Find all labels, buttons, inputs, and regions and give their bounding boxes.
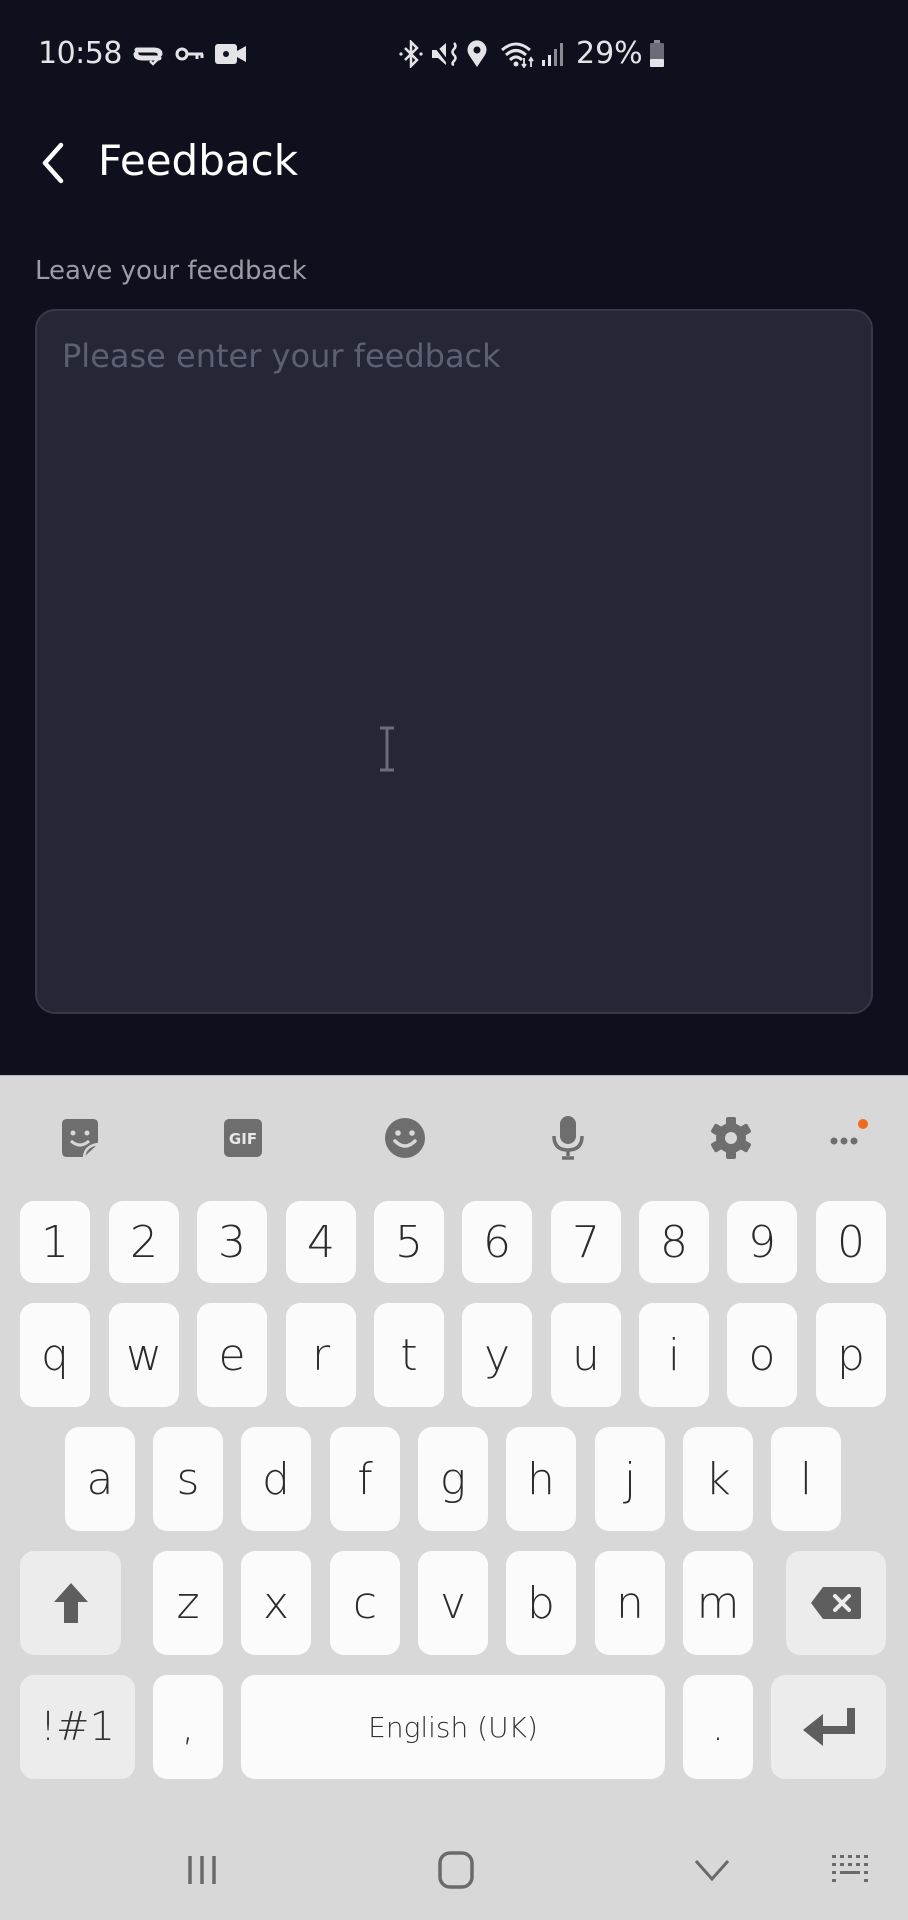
backspace-key[interactable] [786,1551,886,1655]
key-r[interactable]: r [286,1303,356,1407]
key-7[interactable]: 7 [551,1201,621,1283]
key-s[interactable]: s [153,1427,223,1531]
key-l[interactable]: l [771,1427,841,1531]
enter-key[interactable] [771,1675,886,1779]
key-w[interactable]: w [109,1303,179,1407]
signal-icon [540,40,566,68]
chevron-left-icon [42,142,64,184]
key-m[interactable]: m [683,1551,753,1655]
gif-button[interactable]: GIF [215,1110,271,1166]
hide-keyboard-button[interactable] [672,1842,752,1898]
battery-percent: 29% [576,36,643,71]
navigation-bar [0,1820,908,1920]
battery-icon [648,40,666,68]
voice-input-icon[interactable] [540,1110,596,1166]
space-key[interactable]: English (UK) [241,1675,665,1779]
mute-vibrate-icon [430,40,462,68]
more-options-icon[interactable] [820,1110,876,1166]
sticker-icon[interactable] [52,1110,108,1166]
key-z[interactable]: z [153,1551,223,1655]
key-t[interactable]: t [374,1303,444,1407]
emoji-icon[interactable] [377,1110,433,1166]
key-g[interactable]: g [418,1427,488,1531]
key-q[interactable]: q [20,1303,90,1407]
key-k[interactable]: k [683,1427,753,1531]
bluetooth-icon [398,40,424,68]
key-8[interactable]: 8 [639,1201,709,1283]
key-5[interactable]: 5 [374,1201,444,1283]
enter-icon [802,1708,855,1746]
period-key[interactable]: . [683,1675,753,1779]
comma-key[interactable]: , [153,1675,223,1779]
key-p[interactable]: p [816,1303,886,1407]
shift-key[interactable] [20,1551,121,1655]
key-j[interactable]: j [595,1427,665,1531]
back-button[interactable] [30,138,74,188]
status-time: 10:58 [38,36,122,71]
screen-record-icon [214,40,248,68]
symbols-key[interactable]: !#1 [20,1675,135,1779]
key-o[interactable]: o [727,1303,797,1407]
home-button[interactable] [416,1842,496,1898]
feedback-label: Leave your feedback [35,256,307,286]
hide-keyboard-icon [694,1860,730,1882]
vpn-key-icon [175,40,205,68]
keyboard-switch-icon [832,1855,868,1882]
recent-apps-icon [188,1856,216,1884]
svg-text:GIF: GIF [229,1130,257,1148]
key-e[interactable]: e [197,1303,267,1407]
settings-icon[interactable] [703,1110,759,1166]
key-0[interactable]: 0 [816,1201,886,1283]
key-u[interactable]: u [551,1303,621,1407]
gif-icon: GIF [224,1119,262,1157]
key-b[interactable]: b [506,1551,576,1655]
cloud-sync-icon [133,40,163,68]
key-a[interactable]: a [65,1427,135,1531]
key-y[interactable]: y [462,1303,532,1407]
key-6[interactable]: 6 [462,1201,532,1283]
key-1[interactable]: 1 [20,1201,90,1283]
key-c[interactable]: c [330,1551,400,1655]
text-cursor-icon [380,726,394,772]
location-icon [464,40,490,68]
backspace-icon [811,1587,861,1619]
status-bar: 10:58 29% [0,0,908,110]
notification-badge [858,1119,868,1129]
key-i[interactable]: i [639,1303,709,1407]
feedback-input[interactable] [37,311,871,1012]
home-icon [438,1851,474,1889]
key-x[interactable]: x [241,1551,311,1655]
key-h[interactable]: h [506,1427,576,1531]
key-2[interactable]: 2 [109,1201,179,1283]
feedback-textarea-container [35,309,873,1014]
key-f[interactable]: f [330,1427,400,1531]
key-3[interactable]: 3 [197,1201,267,1283]
recent-apps-button[interactable] [162,1842,242,1898]
shift-arrow-icon [53,1583,88,1623]
key-v[interactable]: v [418,1551,488,1655]
key-4[interactable]: 4 [286,1201,356,1283]
wifi-icon [500,40,536,68]
key-9[interactable]: 9 [727,1201,797,1283]
key-n[interactable]: n [595,1551,665,1655]
page-title: Feedback [98,136,299,185]
keyboard-switch-button[interactable] [812,1842,892,1898]
key-d[interactable]: d [241,1427,311,1531]
soft-keyboard: GIF 1 2 3 4 5 6 7 8 9 0 q w e r t y u i … [0,1075,908,1920]
